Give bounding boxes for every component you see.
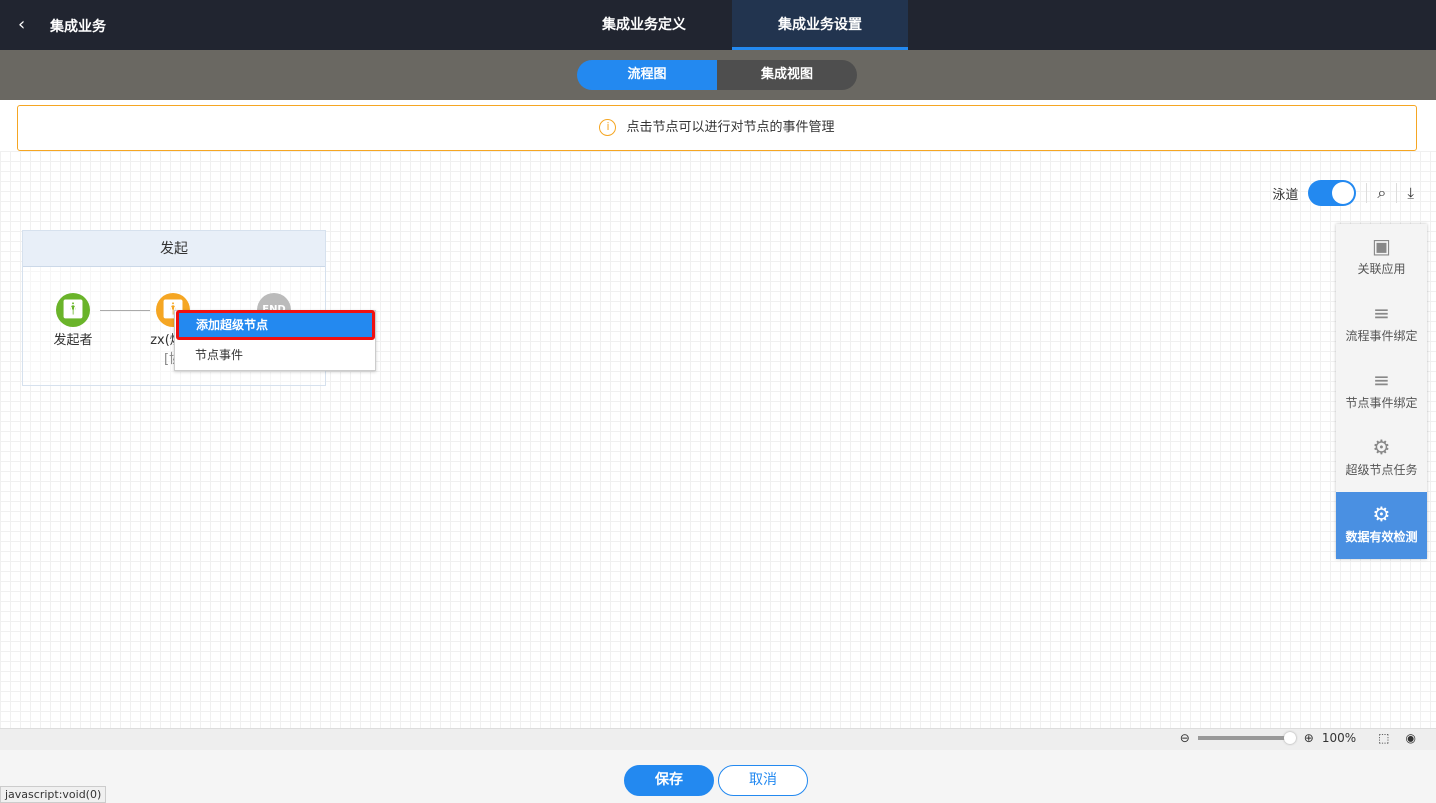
node-initiator[interactable]: 🚹︎ 发起者 (33, 293, 113, 348)
divider (1396, 183, 1398, 203)
side-item-data-validation[interactable]: ⚙ 数据有效检测 (1336, 492, 1427, 559)
zoom-slider[interactable] (1197, 732, 1296, 744)
side-item-label: 数据有效检测 (1345, 530, 1418, 544)
side-item-flow-event-binding[interactable]: ≡ 流程事件绑定 (1336, 291, 1427, 358)
search-icon[interactable]: ⌕ (1377, 183, 1386, 203)
divider (1366, 183, 1368, 203)
side-item-node-event-binding[interactable]: ≡ 节点事件绑定 (1336, 358, 1427, 425)
tab-settings[interactable]: 集成业务设置 (732, 0, 908, 50)
swimlane-title: 发起 (23, 231, 325, 267)
fit-screen-icon[interactable]: ⬚ (1378, 731, 1389, 745)
integration-view-button[interactable]: 集成视图 (717, 60, 857, 90)
side-item-label: 关联应用 (1357, 262, 1406, 276)
download-icon[interactable]: ⤓ (1407, 184, 1414, 202)
context-menu: 添加超级节点 节点事件 (174, 310, 376, 371)
menu-item-add-super-node[interactable]: 添加超级节点 (176, 310, 375, 340)
tab-definition[interactable]: 集成业务定义 (556, 0, 732, 50)
side-panel: ▣ 关联应用 ≡ 流程事件绑定 ≡ 节点事件绑定 ⚙ 超级节点任务 ⚙ 数据有效检测 (1336, 224, 1427, 559)
swimlane-toggle[interactable] (1308, 180, 1357, 206)
flowchart-view-button[interactable]: 流程图 (577, 60, 717, 90)
save-button[interactable]: 保存 (624, 765, 714, 796)
side-item-label: 节点事件绑定 (1345, 396, 1418, 410)
menu-item-node-event[interactable]: 节点事件 (175, 340, 375, 370)
top-bar: ‹ 集成业务 集成业务定义 集成业务设置 (0, 0, 1436, 50)
zoom-bar: ⊖ ⊕ 100% ⬚ ◉ (0, 728, 1436, 750)
status-bar-url: javascript:void(0) (0, 786, 107, 803)
side-item-label: 超级节点任务 (1345, 463, 1418, 477)
notice-banner: i 点击节点可以进行对节点的事件管理 (17, 105, 1417, 151)
zoom-value: 100% (1321, 731, 1357, 745)
view-switch: 流程图 集成视图 (577, 60, 857, 90)
calendar-gear-icon: ⚙ (1372, 435, 1391, 459)
side-item-label: 流程事件绑定 (1345, 329, 1418, 343)
app-title: 集成业务 (50, 19, 106, 35)
canvas-toolbar: 泳道 ⌕ ⤓ (1272, 180, 1414, 206)
preview-eye-icon[interactable]: ◉ (1406, 731, 1416, 745)
event-bind-icon: ≡ (1373, 368, 1390, 392)
app-window-icon: ▣ (1372, 234, 1391, 258)
calendar-gear-icon: ⚙ (1372, 502, 1391, 526)
notice-text: 点击节点可以进行对节点的事件管理 (626, 120, 835, 135)
zoom-out-icon[interactable]: ⊖ (1180, 731, 1190, 745)
info-icon: i (599, 119, 617, 136)
swimlane-label: 泳道 (1272, 187, 1299, 203)
event-bind-icon: ≡ (1373, 301, 1390, 325)
chevron-left-icon[interactable]: ‹ (18, 14, 25, 35)
person-icon: 🚹︎ (56, 293, 90, 327)
side-item-super-node-task[interactable]: ⚙ 超级节点任务 (1336, 425, 1427, 492)
node-label: 发起者 (53, 333, 93, 348)
side-item-related-app[interactable]: ▣ 关联应用 (1336, 224, 1427, 291)
zoom-in-icon[interactable]: ⊕ (1304, 731, 1314, 745)
cancel-button[interactable]: 取消 (718, 765, 808, 796)
